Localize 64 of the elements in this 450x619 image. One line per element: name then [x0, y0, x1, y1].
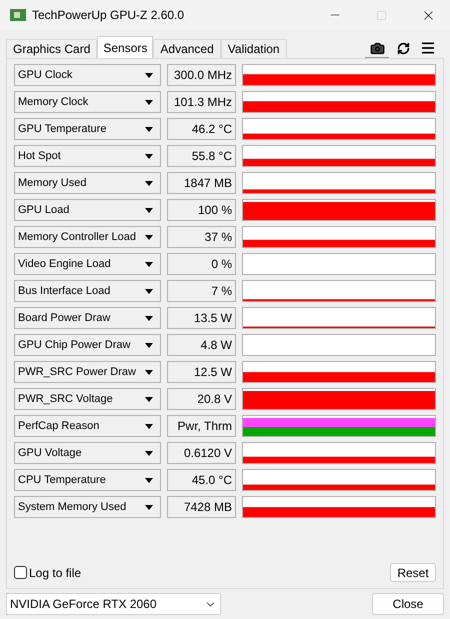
dropdown-arrow-icon [145, 208, 153, 212]
sensor-value: 46.2 °C [167, 118, 236, 140]
close-button[interactable]: Close [372, 593, 444, 615]
dropdown-arrow-icon [145, 288, 153, 294]
tab[interactable]: Validation [220, 39, 287, 58]
sensor-dropdown[interactable]: PWR_SRC Power Draw [14, 361, 161, 383]
sensor-value: 0 % [167, 253, 236, 275]
dropdown-arrow-icon [145, 370, 153, 374]
dropdown-arrow-icon [145, 154, 153, 158]
dropdown-arrow-icon [145, 180, 153, 186]
dropdown-arrow-icon [145, 126, 153, 132]
sensor-value: 100 % [167, 199, 236, 221]
refresh-icon[interactable] [397, 42, 410, 55]
sensor-dropdown[interactable]: GPU Clock [14, 64, 161, 86]
tab[interactable]: Graphics Card [6, 39, 98, 58]
sensor-value: 12.5 W [167, 361, 236, 383]
sensor-dropdown[interactable]: Memory Used [14, 172, 161, 194]
graphics-card-icon [10, 9, 26, 21]
log-checkbox[interactable] [14, 566, 27, 579]
sensor-value: 55.8 °C [167, 145, 236, 167]
dropdown-arrow-icon [145, 504, 153, 510]
sensor-dropdown[interactable]: Hot Spot [14, 145, 161, 167]
sensor-value: 1847 MB [167, 172, 236, 194]
window-title: TechPowerUp GPU-Z 2.60.0 [32, 7, 186, 24]
sensor-value: 0.6120 V [167, 442, 236, 464]
sensor-dropdown[interactable]: GPU Chip Power Draw [14, 334, 161, 356]
tab[interactable]: Advanced [153, 39, 221, 58]
dropdown-arrow-icon [145, 478, 153, 482]
sensor-dropdown[interactable]: Memory Clock [14, 91, 161, 113]
menu-icon[interactable] [420, 40, 436, 56]
dropdown-arrow-icon [145, 234, 153, 240]
dropdown-arrow-icon [145, 100, 153, 104]
sensor-value: Pwr, Thrm [167, 415, 236, 437]
sensor-dropdown[interactable]: Board Power Draw [14, 307, 161, 329]
sensor-value: 13.5 W [167, 307, 236, 329]
sensor-dropdown[interactable]: GPU Temperature [14, 118, 161, 140]
sensor-dropdown[interactable]: GPU Voltage [14, 442, 161, 464]
dropdown-arrow-icon [145, 72, 153, 78]
sensor-dropdown[interactable]: PWR_SRC Voltage [14, 388, 161, 410]
sensor-value: 37 % [167, 226, 236, 248]
sensor-value: 7 % [167, 280, 236, 302]
dropdown-arrow-icon [145, 424, 153, 428]
dropdown-arrow-icon [145, 316, 153, 320]
dropdown-arrow-icon [145, 342, 153, 348]
tab[interactable]: Sensors [97, 36, 154, 58]
sensor-dropdown[interactable]: Memory Controller Load [14, 226, 161, 248]
log-label: Log to file [29, 564, 82, 582]
sensor-dropdown[interactable]: GPU Load [14, 199, 161, 221]
sensor-dropdown[interactable]: CPU Temperature [14, 469, 161, 491]
dropdown-arrow-icon [145, 396, 153, 402]
sensor-dropdown[interactable]: System Memory Used [14, 496, 161, 518]
gpu-select[interactable]: NVIDIA GeForce RTX 2060 [6, 593, 221, 615]
sensor-dropdown[interactable]: Bus Interface Load [14, 280, 161, 302]
sensor-dropdown[interactable]: PerfCap Reason [14, 415, 161, 437]
sensor-value: 45.0 °C [167, 469, 236, 491]
dropdown-arrow-icon [145, 262, 153, 266]
sensor-value: 4.8 W [167, 334, 236, 356]
reset-button[interactable]: Reset [390, 563, 436, 582]
dropdown-arrow-icon [145, 450, 153, 456]
sensor-value: 7428 MB [167, 496, 236, 518]
sensor-value: 300.0 MHz [167, 64, 236, 86]
sensor-dropdown[interactable]: Video Engine Load [14, 253, 161, 275]
sensor-value: 101.3 MHz [167, 91, 236, 113]
sensor-value: 20.8 V [167, 388, 236, 410]
